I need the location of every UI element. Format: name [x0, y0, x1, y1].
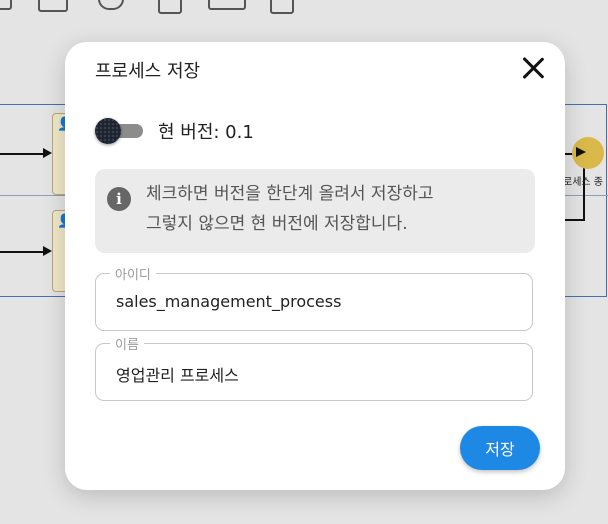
end-event-label: 로세스 종 [563, 177, 603, 188]
name-field-label: 이름 [110, 334, 144, 353]
version-up-toggle[interactable] [95, 118, 145, 144]
sequence-flow[interactable] [0, 251, 46, 253]
palette-tool-icon[interactable] [0, 0, 12, 10]
id-field-label: 아이디 [110, 264, 156, 283]
toggle-thumb [95, 118, 121, 144]
sequence-flow[interactable] [0, 153, 46, 155]
dialog-title: 프로세스 저장 [95, 61, 201, 82]
info-alert: i 체크하면 버전을 한단계 올려서 저장하고 그렇지 않으면 현 버전에 저장… [95, 169, 535, 253]
id-field[interactable]: 아이디 sales_management_process [95, 264, 533, 331]
save-process-dialog: 프로세스 저장 현 버전: 0.1 i 체크하면 버전을 한단계 올려서 저장하… [65, 42, 565, 490]
info-icon: i [107, 187, 131, 211]
info-message: 체크하면 버전을 한단계 올려서 저장하고 그렇지 않으면 현 버전에 저장합니… [146, 179, 526, 239]
info-message-line: 그렇지 않으면 현 버전에 저장합니다. [146, 214, 408, 234]
close-icon[interactable] [519, 54, 547, 82]
name-input[interactable]: 영업관리 프로세스 [116, 362, 516, 386]
arrowhead-icon [43, 246, 52, 256]
palette-tool-icon[interactable] [158, 0, 182, 14]
palette-tool-icon[interactable] [270, 0, 294, 14]
save-button[interactable]: 저장 [460, 426, 540, 470]
current-version-label: 현 버전: 0.1 [158, 122, 254, 143]
name-field[interactable]: 이름 영업관리 프로세스 [95, 334, 533, 401]
pool-tool-icon[interactable] [208, 0, 246, 10]
id-input[interactable]: sales_management_process [116, 292, 516, 311]
info-message-line: 체크하면 버전을 한단계 올려서 저장하고 [146, 184, 434, 204]
data-store-tool-icon[interactable] [98, 0, 124, 10]
palette-tool-icon[interactable] [38, 0, 68, 12]
arrowhead-icon [43, 148, 52, 158]
arrowhead-icon [576, 147, 586, 157]
